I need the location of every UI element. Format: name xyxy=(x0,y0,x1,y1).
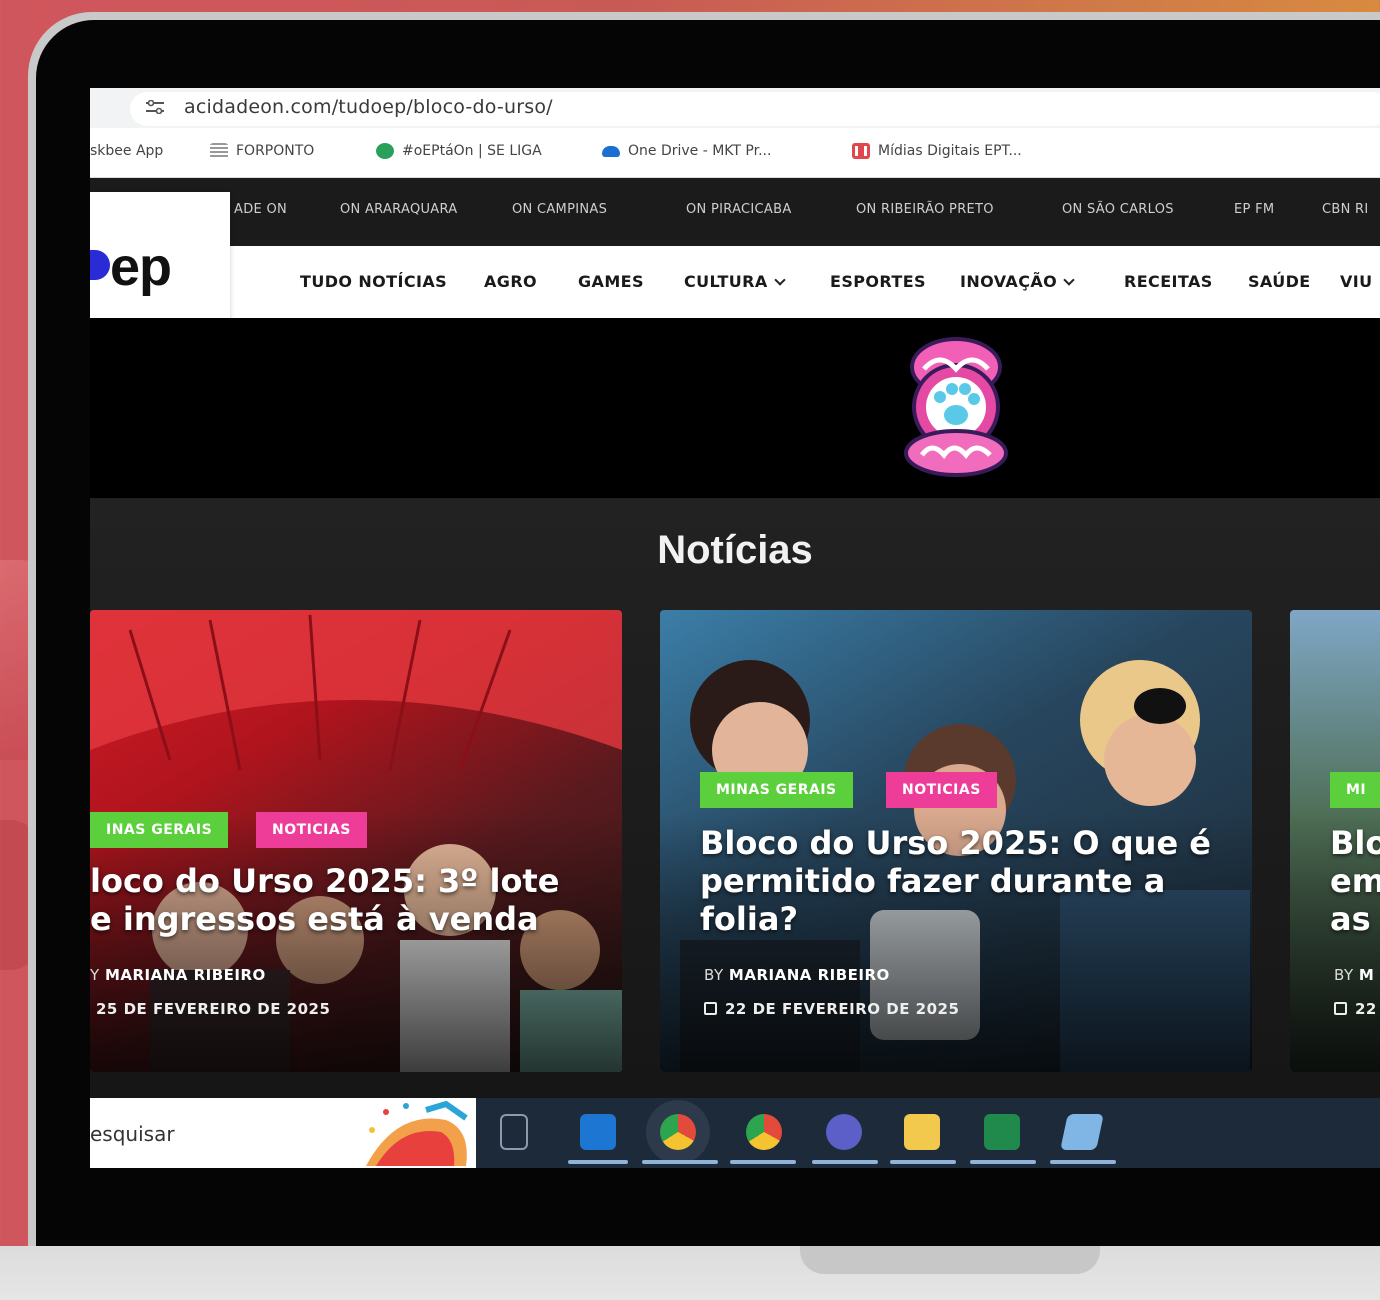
laptop-base xyxy=(0,1246,1380,1300)
list-icon xyxy=(210,143,228,159)
bookmark-label: skbee App xyxy=(90,143,164,159)
card-shade xyxy=(90,812,622,1072)
address-bar: acidadeon.com/tudoep/bloco-do-urso/ xyxy=(90,88,1380,128)
outlook-icon[interactable] xyxy=(580,1114,616,1150)
trello-icon xyxy=(852,143,870,159)
card-headline[interactable]: Bloco do Urso 2025: O que é permitido fa… xyxy=(700,824,1220,938)
bloco-do-urso-logo xyxy=(904,337,1008,477)
active-app-indicator xyxy=(568,1160,628,1164)
nav-item-saude[interactable]: SAÚDE xyxy=(1248,272,1311,291)
url-text: acidadeon.com/tudoep/bloco-do-urso/ xyxy=(184,96,553,118)
card-headline[interactable]: loco do Urso 2025: 3º lote e ingressos e… xyxy=(90,862,570,938)
nav-item-inovacao[interactable]: INOVAÇÃO xyxy=(960,272,1075,291)
author-name[interactable]: MARIANA RIBEIRO xyxy=(729,966,890,984)
bookmark-label: FORPONTO xyxy=(236,143,315,159)
news-card[interactable]: MINAS GERAIS NOTICIAS Bloco do Urso 2025… xyxy=(660,610,1252,1072)
card-date: 22 DE FEVEREIRO DE 2025 xyxy=(704,1000,959,1018)
date-text: 22 xyxy=(1355,1000,1377,1018)
active-app-indicator xyxy=(1050,1160,1116,1164)
active-app-indicator xyxy=(812,1160,878,1164)
bookmark-item[interactable]: skbee App xyxy=(90,143,163,159)
bookmark-label: One Drive - MKT Pr... xyxy=(628,143,772,159)
site-logo[interactable]: ep xyxy=(90,192,230,338)
site-settings-icon[interactable] xyxy=(146,100,164,114)
category-tag[interactable]: MINAS GERAIS xyxy=(700,772,853,808)
network-nav: ADE ON ON ARARAQUARA ON CAMPINAS ON PIRA… xyxy=(90,178,1380,246)
cloud-icon xyxy=(602,145,620,157)
excel-icon[interactable] xyxy=(984,1114,1020,1150)
nav-item-label: INOVAÇÃO xyxy=(960,272,1058,291)
calendar-icon xyxy=(704,1002,717,1015)
search-highlight-image xyxy=(366,1100,468,1166)
bookmark-label: #oEPtáOn | SE LIGA xyxy=(402,143,542,159)
network-link[interactable]: CBN RI xyxy=(1322,202,1369,217)
nav-item-tudo-noticias[interactable]: TUDO NOTÍCIAS xyxy=(300,272,447,291)
byline-prefix: Y xyxy=(90,966,100,984)
task-view-icon[interactable] xyxy=(500,1114,528,1150)
chevron-down-icon xyxy=(1063,274,1075,286)
news-card[interactable]: INAS GERAIS NOTICIAS loco do Urso 2025: … xyxy=(90,610,622,1072)
chrome-icon[interactable] xyxy=(746,1114,782,1150)
chevron-down-icon xyxy=(774,274,786,286)
card-headline[interactable]: Blo em as xyxy=(1330,824,1380,938)
date-text: 22 DE FEVEREIRO DE 2025 xyxy=(725,1000,960,1018)
calendar-icon xyxy=(1334,1002,1347,1015)
author-name[interactable]: M xyxy=(1359,966,1374,984)
search-placeholder: esquisar xyxy=(90,1122,175,1146)
category-tag[interactable]: NOTICIAS xyxy=(256,812,367,848)
network-link[interactable]: ON ARARAQUARA xyxy=(340,202,458,217)
bookmark-item[interactable]: Mídias Digitais EPT... xyxy=(852,143,1022,159)
nav-item-label: CULTURA xyxy=(684,272,768,291)
active-app-indicator xyxy=(970,1160,1036,1164)
card-date: 25 DE FEVEREIRO DE 2025 xyxy=(96,1000,331,1018)
author-name[interactable]: MARIANA RIBEIRO xyxy=(105,966,266,984)
news-card[interactable]: MI Blo em as BY M 22 xyxy=(1290,610,1380,1072)
network-link[interactable]: ON SÃO CARLOS xyxy=(1062,202,1174,217)
logo-mark xyxy=(90,250,110,280)
category-tag[interactable]: NOTICIAS xyxy=(886,772,997,808)
nav-item-viu[interactable]: VIU xyxy=(1340,272,1373,291)
card-byline: Y MARIANA RIBEIRO xyxy=(90,966,266,984)
network-link[interactable]: ON RIBEIRÃO PRETO xyxy=(856,202,994,217)
file-explorer-icon[interactable] xyxy=(904,1114,940,1150)
teams-icon[interactable] xyxy=(826,1114,862,1150)
active-app-indicator xyxy=(642,1160,718,1164)
card-date: 22 xyxy=(1334,1000,1377,1018)
byline-prefix: BY xyxy=(1334,966,1354,984)
network-link[interactable]: EP FM xyxy=(1234,202,1274,217)
category-tag[interactable]: INAS GERAIS xyxy=(90,812,229,848)
card-byline: BY M xyxy=(1334,966,1374,984)
category-tag[interactable]: MI xyxy=(1330,772,1380,808)
chrome-icon[interactable] xyxy=(660,1114,696,1150)
byline-prefix: BY xyxy=(704,966,724,984)
network-link[interactable]: ON CAMPINAS xyxy=(512,202,607,217)
nav-item-cultura[interactable]: CULTURA xyxy=(684,272,786,291)
logo-text: ep xyxy=(110,237,172,297)
network-link[interactable]: ON PIRACICABA xyxy=(686,202,792,217)
network-link[interactable]: ADE ON xyxy=(234,202,287,217)
bookmark-item[interactable]: #oEPtáOn | SE LIGA xyxy=(376,143,542,159)
nav-item-agro[interactable]: AGRO xyxy=(484,272,537,291)
laptop-notch xyxy=(800,1246,1100,1274)
nav-item-receitas[interactable]: RECEITAS xyxy=(1124,272,1213,291)
section-title: Notícias xyxy=(657,528,813,572)
hero-banner xyxy=(90,318,1380,498)
nav-item-games[interactable]: GAMES xyxy=(578,272,644,291)
active-app-indicator xyxy=(890,1160,956,1164)
bookmark-label: Mídias Digitais EPT... xyxy=(878,143,1022,159)
laptop-screen: acidadeon.com/tudoep/bloco-do-urso/ skbe… xyxy=(90,88,1380,1168)
card-byline: BY MARIANA RIBEIRO xyxy=(704,966,890,984)
teams-icon xyxy=(376,143,394,159)
nav-item-esportes[interactable]: ESPORTES xyxy=(830,272,926,291)
main-nav: TUDO NOTÍCIAS AGRO GAMES CULTURA ESPORTE… xyxy=(90,246,1380,318)
notes-app-icon[interactable] xyxy=(1060,1114,1104,1150)
bookmarks-bar: skbee App FORPONTO #oEPtáOn | SE LIGA On… xyxy=(90,128,1380,178)
bookmark-item[interactable]: FORPONTO xyxy=(210,143,314,159)
active-app-indicator xyxy=(730,1160,796,1164)
bookmark-item[interactable]: One Drive - MKT Pr... xyxy=(602,143,771,159)
